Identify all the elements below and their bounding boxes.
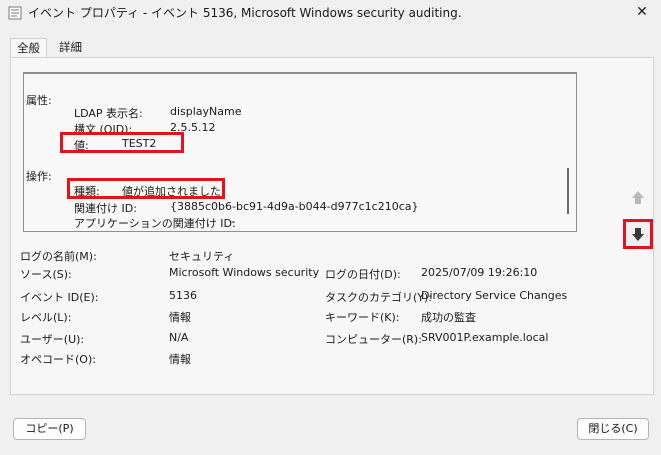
description-scrollbar[interactable] xyxy=(567,168,569,214)
copy-button[interactable]: コピー(P) xyxy=(13,418,86,440)
keywords-label: キーワード(K): xyxy=(325,311,400,324)
tab-general[interactable]: 全般 xyxy=(10,38,47,57)
level-value: 情報 xyxy=(169,311,191,324)
event-id-label: イベント ID(E): xyxy=(20,291,99,304)
app-correlation-id-value: - xyxy=(231,215,235,228)
ldap-display-name-label: LDAP 表示名: xyxy=(74,107,143,120)
log-name-value: セキュリティ xyxy=(169,250,235,263)
highlight-operation-box xyxy=(67,178,225,199)
arrow-down-icon xyxy=(626,228,650,249)
user-label: ユーザー(U): xyxy=(20,333,85,346)
tab-details[interactable]: 詳細 xyxy=(53,38,88,56)
log-name-label: ログの名前(M): xyxy=(20,250,97,263)
logged-value: 2025/07/09 19:26:10 xyxy=(421,266,538,279)
logged-label: ログの日付(D): xyxy=(325,268,401,281)
next-event-button[interactable] xyxy=(623,219,653,249)
level-label: レベル(L): xyxy=(20,311,72,324)
keywords-value: 成功の監査 xyxy=(421,311,476,324)
operation-heading: 操作: xyxy=(26,170,52,183)
task-category-label: タスクのカテゴリ(Y): xyxy=(325,291,433,304)
previous-event-button[interactable] xyxy=(626,186,650,210)
attribute-heading: 属性: xyxy=(26,94,52,107)
correlation-id-label: 関連付け ID: xyxy=(74,202,137,215)
ldap-display-name-value: displayName xyxy=(170,105,242,118)
close-button[interactable]: 閉じる(C) xyxy=(577,418,649,440)
close-icon: ✕ xyxy=(636,4,648,20)
source-value: Microsoft Windows security a xyxy=(169,266,319,279)
opcode-value: 情報 xyxy=(169,353,191,366)
correlation-id-value: {3885c0b6-bc91-4d9a-b044-d977c1c210ca} xyxy=(170,200,419,213)
computer-label: コンピューター(R): xyxy=(325,333,422,346)
task-category-value: Directory Service Changes xyxy=(421,289,568,302)
user-value: N/A xyxy=(169,331,189,344)
source-label: ソース(S): xyxy=(20,268,72,281)
window-title: イベント プロパティ - イベント 5136, Microsoft Window… xyxy=(28,6,462,20)
event-id-value: 5136 xyxy=(169,289,197,302)
close-window-button[interactable]: ✕ xyxy=(630,2,654,22)
app-correlation-id-label: アプリケーションの関連付け ID: xyxy=(74,217,236,230)
opcode-label: オペコード(O): xyxy=(20,353,96,366)
highlight-value-box xyxy=(60,132,184,153)
description-top-border xyxy=(23,72,576,74)
event-properties-icon xyxy=(8,6,22,20)
arrow-up-icon xyxy=(626,191,650,213)
computer-value: SRV001P.example.local xyxy=(421,331,549,344)
